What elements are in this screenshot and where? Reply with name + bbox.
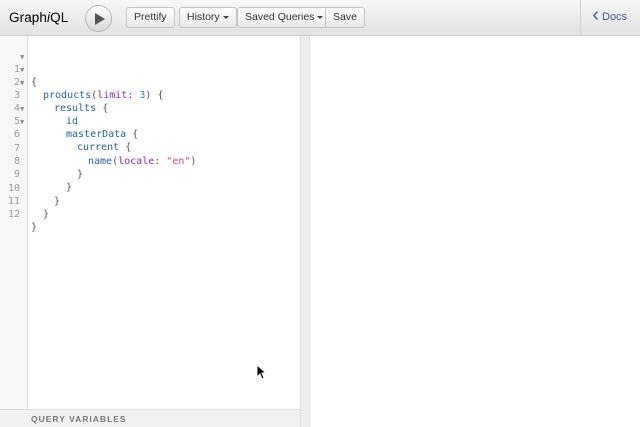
code-line: 8 } — [0, 142, 83, 180]
execute-query-button[interactable] — [85, 5, 112, 32]
docs-button[interactable]: Docs — [593, 11, 627, 23]
mouse-pointer-icon — [256, 364, 266, 380]
toolbar: GraphiQL Prettify History Saved Queries … — [0, 0, 640, 36]
code-text: products(limit: 3) { — [43, 90, 164, 101]
code-line: 3 ▼ results { — [0, 76, 108, 114]
saved-queries-button[interactable]: Saved Queries — [237, 7, 332, 28]
code-text: } — [31, 222, 38, 233]
app-title: GraphiQL — [9, 10, 69, 25]
code-line: 9 } — [0, 155, 72, 193]
code-line: 1 ▼ { — [0, 50, 37, 88]
result-viewer — [310, 36, 640, 427]
code-text: name(locale: "en") — [88, 156, 197, 167]
code-text: id — [66, 116, 79, 127]
line-number: 12 — [7, 209, 20, 220]
code-text: } — [66, 182, 73, 193]
code-text: } — [43, 209, 50, 220]
code-line: 5 ▼ masterData { — [0, 102, 138, 140]
code-line: 11 } — [0, 182, 49, 220]
chevron-left-icon — [593, 11, 598, 20]
play-icon — [95, 13, 105, 25]
code-line: 7 name(locale: "en") — [0, 129, 196, 167]
code-line: 6 ▼ current { — [0, 115, 131, 153]
prettify-button[interactable]: Prettify — [126, 7, 175, 28]
code-text: } — [54, 196, 61, 207]
code-text: masterData { — [66, 129, 139, 140]
code-text: results { — [54, 103, 109, 114]
code-line: 12 } — [0, 195, 37, 233]
caret-down-icon — [317, 15, 324, 19]
code-line: 2 ▼ products(limit: 3) { — [0, 63, 164, 101]
query-variables-toggle[interactable]: QUERY VARIABLES — [0, 409, 300, 427]
code-text: } — [77, 169, 84, 180]
fold-arrow-icon[interactable]: ▼ — [20, 116, 24, 129]
history-button[interactable]: History — [179, 7, 237, 28]
editor-resize-handle[interactable] — [300, 36, 310, 427]
query-variables-label: QUERY VARIABLES — [31, 414, 127, 424]
caret-down-icon — [222, 15, 229, 19]
code-line: 4 id — [0, 89, 78, 127]
code-text: current { — [77, 142, 132, 153]
docs-explorer-toggle: Docs — [580, 0, 640, 36]
save-button[interactable]: Save — [325, 7, 365, 28]
code-text: { — [31, 77, 38, 88]
code-line: 10 } — [0, 169, 60, 207]
